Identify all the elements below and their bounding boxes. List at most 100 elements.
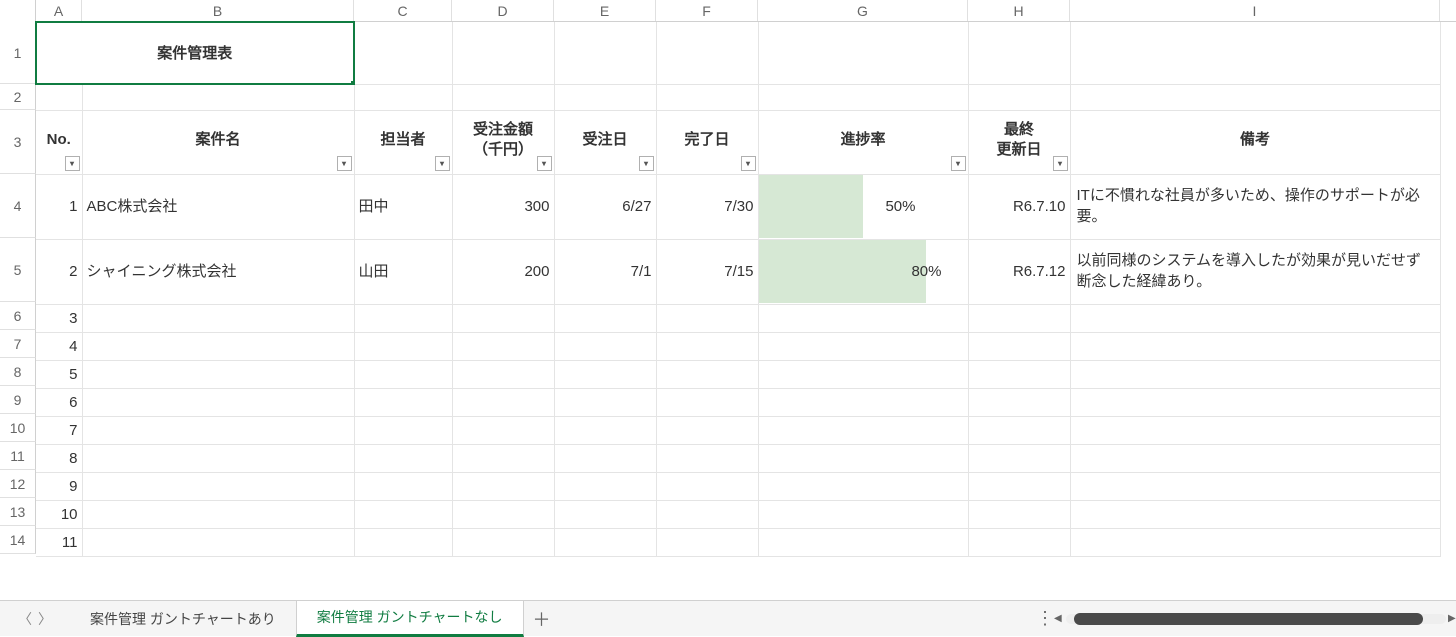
cell[interactable]	[82, 416, 354, 444]
cell-no[interactable]: 10	[36, 500, 82, 528]
add-sheet-button[interactable]: ＋	[524, 606, 560, 632]
row-header-9[interactable]: 9	[0, 386, 36, 414]
col-header-H[interactable]: H	[968, 0, 1070, 21]
cell[interactable]	[758, 360, 968, 388]
cell[interactable]	[452, 360, 554, 388]
cell[interactable]	[758, 444, 968, 472]
cell[interactable]	[452, 500, 554, 528]
scroll-right-icon[interactable]: ▶	[1448, 612, 1456, 626]
col-header-G[interactable]: G	[758, 0, 968, 21]
cell[interactable]	[758, 472, 968, 500]
horizontal-scrollbar[interactable]: ◀ ▶	[1066, 612, 1446, 626]
row-header-6[interactable]: 6	[0, 302, 36, 330]
cell-complete-date[interactable]: 7/30	[656, 174, 758, 239]
header-no[interactable]: No. ▾	[36, 110, 82, 174]
row-header-3[interactable]: 3	[0, 110, 36, 174]
row-header-14[interactable]: 14	[0, 526, 36, 554]
cell[interactable]	[1070, 84, 1440, 110]
cell[interactable]	[1070, 332, 1440, 360]
cell-no[interactable]: 7	[36, 416, 82, 444]
row-header-10[interactable]: 10	[0, 414, 36, 442]
cell-no[interactable]: 2	[36, 239, 82, 304]
cell-project[interactable]: ABC株式会社	[82, 174, 354, 239]
col-header-B[interactable]: B	[82, 0, 354, 21]
cell[interactable]	[758, 416, 968, 444]
cell[interactable]	[656, 84, 758, 110]
cell-order-date[interactable]: 6/27	[554, 174, 656, 239]
cell[interactable]	[354, 304, 452, 332]
cell[interactable]	[452, 304, 554, 332]
cell[interactable]	[452, 22, 554, 84]
cell-order-date[interactable]: 7/1	[554, 239, 656, 304]
cell-updated[interactable]: R6.7.10	[968, 174, 1070, 239]
cell[interactable]	[554, 360, 656, 388]
cell[interactable]	[968, 22, 1070, 84]
cell[interactable]	[354, 360, 452, 388]
cell[interactable]	[452, 472, 554, 500]
cell[interactable]	[1070, 388, 1440, 416]
row-header-13[interactable]: 13	[0, 498, 36, 526]
cell[interactable]	[758, 22, 968, 84]
cells-grid[interactable]: 案件管理表 No. ▾ 案件名 ▾	[36, 22, 1441, 557]
cell[interactable]	[968, 528, 1070, 556]
cell[interactable]	[656, 416, 758, 444]
cell[interactable]	[452, 388, 554, 416]
cell[interactable]	[1070, 416, 1440, 444]
cell[interactable]	[968, 472, 1070, 500]
cell[interactable]	[354, 500, 452, 528]
cell-owner[interactable]: 田中	[354, 174, 452, 239]
cell[interactable]	[82, 84, 354, 110]
header-amount[interactable]: 受注金額 （千円） ▾	[452, 110, 554, 174]
cell[interactable]	[554, 22, 656, 84]
cell[interactable]	[82, 528, 354, 556]
cell[interactable]	[554, 416, 656, 444]
cell[interactable]	[452, 332, 554, 360]
cell-notes[interactable]: ITに不慣れな社員が多いため、操作のサポートが必要。	[1070, 174, 1440, 239]
cell[interactable]	[354, 388, 452, 416]
cell[interactable]	[36, 84, 82, 110]
prev-sheet-icon[interactable]: 〈	[18, 609, 32, 629]
row-header-7[interactable]: 7	[0, 330, 36, 358]
cell[interactable]	[452, 416, 554, 444]
cell[interactable]	[968, 388, 1070, 416]
row-header-1[interactable]: 1	[0, 22, 36, 84]
cell[interactable]	[554, 444, 656, 472]
cell[interactable]	[656, 388, 758, 416]
cell-project[interactable]: シャイニング株式会社	[82, 239, 354, 304]
cell[interactable]	[82, 500, 354, 528]
col-header-A[interactable]: A	[36, 0, 82, 21]
cell[interactable]	[354, 84, 452, 110]
row-header-12[interactable]: 12	[0, 470, 36, 498]
cell[interactable]	[82, 444, 354, 472]
scroll-left-icon[interactable]: ◀	[1054, 612, 1064, 626]
cell[interactable]	[656, 472, 758, 500]
cell[interactable]	[1070, 528, 1440, 556]
scrollbar-thumb[interactable]	[1074, 613, 1424, 625]
sheet-tab-gantt-yes[interactable]: 案件管理 ガントチャートあり	[70, 601, 296, 637]
header-updated[interactable]: 最終 更新日 ▾	[968, 110, 1070, 174]
row-header-4[interactable]: 4	[0, 174, 36, 238]
header-notes[interactable]: 備考	[1070, 110, 1440, 174]
cell-owner[interactable]: 山田	[354, 239, 452, 304]
cell[interactable]	[554, 528, 656, 556]
cell[interactable]	[656, 500, 758, 528]
row-header-8[interactable]: 8	[0, 358, 36, 386]
header-project[interactable]: 案件名 ▾	[82, 110, 354, 174]
cell[interactable]	[656, 528, 758, 556]
cell[interactable]	[354, 472, 452, 500]
cell[interactable]	[554, 472, 656, 500]
cell-progress[interactable]: 80%	[758, 239, 968, 304]
cell[interactable]	[968, 332, 1070, 360]
cell-updated[interactable]: R6.7.12	[968, 239, 1070, 304]
header-order-date[interactable]: 受注日 ▾	[554, 110, 656, 174]
cell[interactable]	[82, 388, 354, 416]
cell[interactable]	[1070, 500, 1440, 528]
select-all-corner[interactable]	[0, 0, 36, 22]
cell[interactable]	[656, 22, 758, 84]
cell[interactable]	[354, 416, 452, 444]
col-header-E[interactable]: E	[554, 0, 656, 21]
cell[interactable]	[554, 500, 656, 528]
cell[interactable]	[82, 332, 354, 360]
cell[interactable]	[1070, 472, 1440, 500]
cell[interactable]	[354, 332, 452, 360]
